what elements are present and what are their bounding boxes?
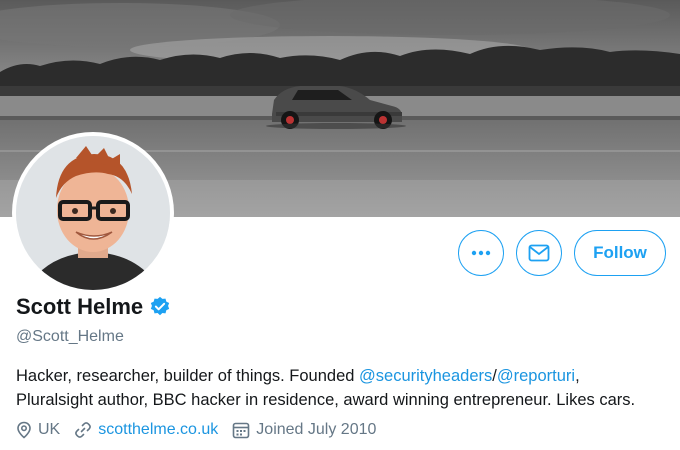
follow-button[interactable]: Follow <box>574 230 666 276</box>
location-text: UK <box>38 421 61 438</box>
calendar-icon <box>232 422 250 439</box>
profile-bio: Hacker, researcher, builder of things. F… <box>16 364 676 412</box>
location-pin-icon <box>17 421 31 439</box>
joined-text: Joined July 2010 <box>256 421 377 438</box>
profile-actions: Follow <box>458 230 666 276</box>
display-name: Scott Helme <box>16 294 144 319</box>
joined-item: Joined July 2010 <box>232 421 376 439</box>
mention-link-securityheaders[interactable]: @securityheaders <box>359 367 492 385</box>
avatar-image <box>16 136 170 290</box>
bio-text-comma: , <box>575 367 580 385</box>
message-button[interactable] <box>516 230 562 276</box>
envelope-icon <box>528 244 550 262</box>
more-button[interactable] <box>458 230 504 276</box>
bio-text: Hacker, researcher, builder of things. F… <box>16 367 360 385</box>
profile-meta: UK scotthelme.co.uk Joined July 2010 <box>16 421 390 439</box>
bio-text-line2: Pluralsight author, BBC hacker in reside… <box>16 391 636 409</box>
profile-handle: @Scott_Helme <box>16 328 124 345</box>
profile-name-row: Scott Helme <box>16 294 171 320</box>
link-icon <box>75 422 92 438</box>
mention-link-reporturi[interactable]: @reporturi <box>497 367 575 385</box>
location-item: UK <box>16 421 60 439</box>
website-item: scotthelme.co.uk <box>74 421 218 439</box>
website-link[interactable]: scotthelme.co.uk <box>98 421 218 439</box>
avatar[interactable] <box>12 132 174 294</box>
verified-badge-icon <box>150 296 170 316</box>
more-icon <box>471 250 491 256</box>
